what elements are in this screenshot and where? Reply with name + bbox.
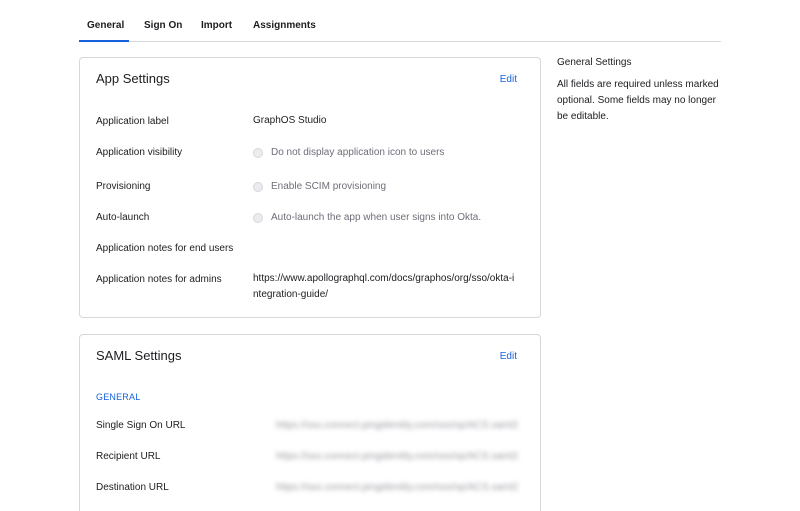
provisioning-checkbox[interactable]: Enable SCIM provisioning: [253, 181, 386, 192]
tab-assignments-label: Assignments: [253, 20, 316, 31]
application-label-value: GraphOS Studio: [253, 115, 327, 126]
app-settings-title: App Settings: [96, 71, 170, 86]
destination-url-value: https://sso.connect.pingidentity.com/sso…: [276, 482, 519, 493]
application-visibility-label: Application visibility: [96, 147, 183, 158]
sidebar-title: General Settings: [557, 57, 632, 68]
checkbox-icon: [253, 212, 263, 223]
recipient-url-label: Recipient URL: [96, 451, 161, 462]
sso-url-value: https://sso.connect.pingidentity.com/sso…: [276, 420, 519, 431]
tab-sign-on-label: Sign On: [144, 20, 183, 31]
application-label-label: Application label: [96, 116, 169, 127]
saml-settings-edit-button[interactable]: Edit: [500, 351, 517, 362]
app-settings-card: App Settings Edit Application label Grap…: [79, 57, 541, 318]
notes-admins-label: Application notes for admins: [96, 274, 222, 285]
sso-url-label: Single Sign On URL: [96, 420, 186, 431]
tab-bar: General Sign On Import Assignments: [79, 0, 721, 42]
tab-general-label: General: [87, 20, 125, 31]
checkbox-icon: [253, 181, 263, 192]
saml-settings-title: SAML Settings: [96, 348, 182, 363]
auto-launch-checkbox[interactable]: Auto-launch the app when user signs into…: [253, 212, 481, 223]
auto-launch-label: Auto-launch: [96, 212, 150, 223]
provisioning-label: Provisioning: [96, 181, 151, 192]
provisioning-option: Enable SCIM provisioning: [271, 181, 387, 192]
notes-admins-value: https://www.apollographql.com/docs/graph…: [253, 273, 515, 300]
recipient-url-value: https://sso.connect.pingidentity.com/sso…: [276, 451, 519, 462]
tab-assignments[interactable]: Assignments: [253, 20, 316, 42]
application-visibility-option: Do not display application icon to users: [271, 147, 445, 158]
auto-launch-option: Auto-launch the app when user signs into…: [271, 212, 482, 223]
checkbox-icon: [253, 147, 263, 158]
tab-import[interactable]: Import: [201, 20, 232, 42]
tab-sign-on[interactable]: Sign On: [144, 20, 182, 42]
sidebar-help-text: All fields are required unless marked op…: [557, 79, 719, 122]
saml-settings-card: SAML Settings Edit GENERAL Single Sign O…: [79, 334, 541, 511]
app-settings-edit-button[interactable]: Edit: [500, 74, 517, 85]
notes-end-users-label: Application notes for end users: [96, 243, 234, 254]
application-visibility-checkbox[interactable]: Do not display application icon to users: [253, 147, 444, 158]
tab-import-label: Import: [201, 20, 233, 31]
destination-url-label: Destination URL: [96, 482, 169, 493]
tab-general[interactable]: General: [79, 20, 129, 42]
saml-general-heading: GENERAL: [96, 392, 141, 402]
